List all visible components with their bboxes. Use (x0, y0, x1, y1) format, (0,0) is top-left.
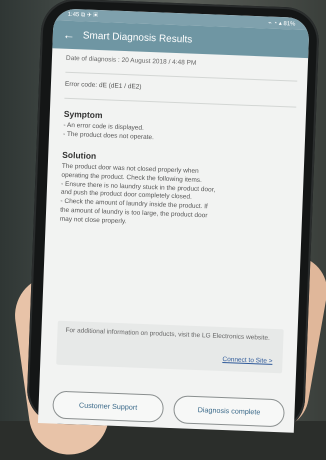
info-box: For additional information on products, … (56, 320, 284, 374)
diagnosis-complete-button[interactable]: Diagnosis complete (173, 395, 286, 428)
connect-to-site-link[interactable]: Connect to Site > (222, 356, 272, 367)
diagnosis-content: Date of diagnosis : 20 August 2018 / 4:4… (46, 48, 309, 233)
info-text: For additional information on products, … (65, 326, 270, 342)
action-buttons: Customer Support Diagnosis complete (52, 390, 286, 428)
diagnosis-date: Date of diagnosis : 20 August 2018 / 4:4… (65, 54, 197, 67)
back-arrow-icon[interactable]: ← (63, 28, 76, 42)
phone: 1:45 ⧉ ✈ ▣ ⌁ ◔ ▴ 81% ← Smart Diagnosis R… (25, 0, 321, 434)
status-right-text: ⌁ ◔ ▴ 81% (268, 20, 296, 28)
status-right: ⌁ ◔ ▴ 81% (268, 19, 296, 27)
error-code: Error code: dE (dE1 / dE2) (64, 80, 142, 91)
phone-screen: 1:45 ⧉ ✈ ▣ ⌁ ◔ ▴ 81% ← Smart Diagnosis R… (37, 8, 310, 433)
page-title: Smart Diagnosis Results (82, 29, 193, 46)
divider (65, 71, 298, 82)
status-left: 1:45 ⧉ ✈ ▣ (67, 11, 99, 19)
divider (64, 97, 297, 108)
customer-support-button[interactable]: Customer Support (52, 390, 165, 423)
